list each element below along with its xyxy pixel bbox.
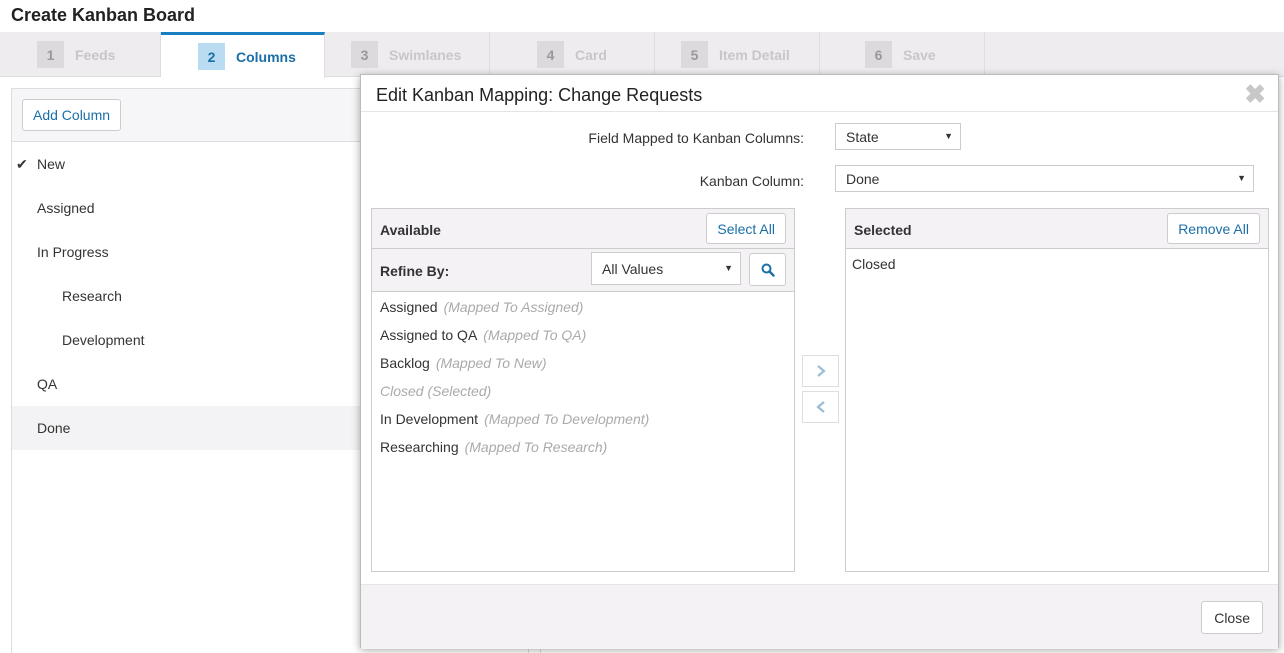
search-icon [761,263,775,277]
tab-number: 4 [537,41,564,68]
column-label: Research [62,288,122,304]
column-label: In Progress [37,244,109,260]
dialog-title: Edit Kanban Mapping: Change Requests [376,85,703,105]
select-value: Done [846,170,880,187]
list-item[interactable]: Researching (Mapped To Research) [380,439,607,455]
add-column-button[interactable]: Add Column [22,99,122,131]
kanban-column-select[interactable]: Done ▼ [835,165,1254,192]
chevron-right-icon [816,365,826,377]
item-name: Backlog [380,355,430,371]
tab-label: Feeds [75,46,116,63]
available-values-panel: Available Select All Refine By: All Valu… [371,208,795,572]
tab-number: 5 [681,41,708,68]
tab-label: Swimlanes [389,46,462,63]
column-label: New [37,156,66,172]
item-name: Assigned to QA [380,327,478,343]
chevron-left-icon [815,401,825,413]
tab-number: 3 [351,41,378,68]
selected-values-panel: Selected Remove All Closed [845,208,1269,572]
item-mapping: (Mapped To Development) [484,411,650,427]
caret-down-icon: ▼ [1237,173,1246,183]
close-icon[interactable]: ✖ [1244,79,1266,110]
list-item: Closed (Selected) [380,383,491,399]
available-header: Available Select All [372,209,794,249]
list-item[interactable]: In Development (Mapped To Development) [380,411,649,427]
tab-label: Card [575,46,607,63]
checkmark-icon: ✔ [16,155,28,172]
item-mapping: (Mapped To New) [435,355,547,371]
dialog-footer: Close [361,584,1278,649]
tab-label: Save [903,46,936,63]
select-value: All Values [602,260,664,277]
kanban-column-label: Kanban Column: [699,173,804,189]
caret-down-icon: ▼ [724,263,733,273]
list-item[interactable]: Assigned (Mapped To Assigned) [380,299,583,315]
field-mapped-select[interactable]: State ▼ [835,123,961,150]
edit-mapping-dialog: Edit Kanban Mapping: Change Requests ✖ F… [360,74,1279,649]
list-item[interactable]: Backlog (Mapped To New) [380,355,547,371]
column-label: Development [62,332,145,348]
tab-number: 6 [865,41,892,68]
tab-swimlanes[interactable]: 3 Swimlanes [325,32,490,77]
wizard-tabs: 1 Feeds 2 Columns 3 Swimlanes 4 Card 5 I… [0,32,1284,78]
tab-item-detail[interactable]: 5 Item Detail [655,32,820,77]
list-item[interactable]: Closed [852,256,896,272]
close-button[interactable]: Close [1201,601,1263,634]
selected-title: Selected [854,222,912,238]
refine-by-label: Refine By: [380,263,450,279]
item-name: Closed (Selected) [380,383,492,399]
dialog-header: Edit Kanban Mapping: Change Requests ✖ [361,75,1278,112]
column-label: Assigned [37,200,95,216]
page-title: Create Kanban Board [11,5,196,25]
tab-save[interactable]: 6 Save [820,32,985,77]
tab-number: 1 [37,41,64,68]
tab-number: 2 [198,43,225,70]
select-all-button[interactable]: Select All [706,213,786,244]
list-item[interactable]: Assigned to QA (Mapped To QA) [380,327,586,343]
item-name: In Development [380,411,479,427]
tab-columns[interactable]: 2 Columns [161,32,325,78]
select-value: State [846,128,879,145]
field-mapped-label: Field Mapped to Kanban Columns: [588,130,804,146]
tab-label: Item Detail [719,46,790,63]
tab-feeds[interactable]: 1 Feeds [0,32,161,77]
column-label: Done [37,420,71,436]
search-button[interactable] [749,253,786,286]
item-mapping: (Mapped To Assigned) [443,299,584,315]
item-mapping: (Mapped To QA) [483,327,587,343]
move-left-button[interactable] [802,391,839,423]
item-name: Assigned [380,299,438,315]
refine-select[interactable]: All Values ▼ [591,252,741,285]
remove-all-button[interactable]: Remove All [1167,213,1260,244]
column-label: QA [37,376,58,392]
refine-row: Refine By: All Values ▼ [372,249,794,292]
caret-down-icon: ▼ [944,131,953,141]
item-mapping: (Mapped To Research) [464,439,608,455]
available-title: Available [380,222,441,238]
tab-label: Columns [236,48,296,65]
move-right-button[interactable] [802,355,839,387]
item-name: Researching [380,439,459,455]
tab-card[interactable]: 4 Card [490,32,655,77]
selected-header: Selected Remove All [846,209,1268,249]
